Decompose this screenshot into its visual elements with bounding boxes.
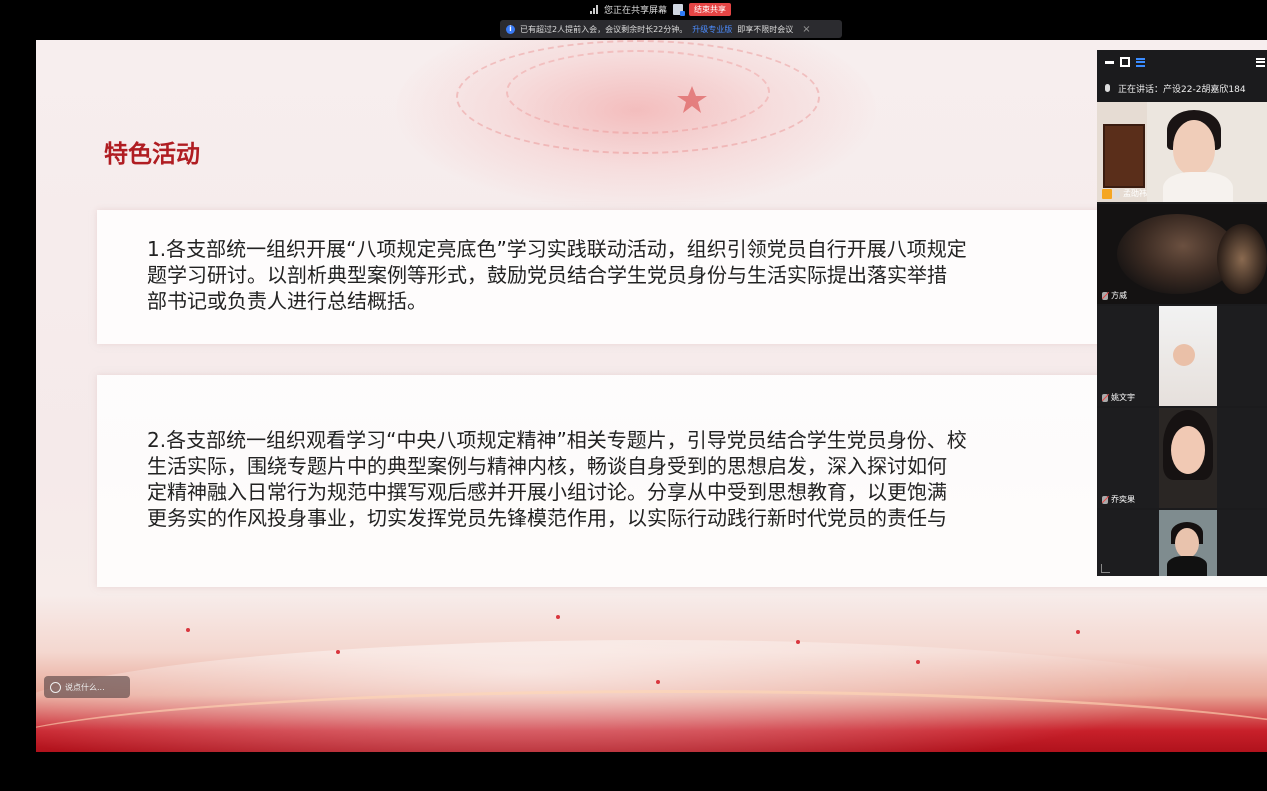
participant-name: 孟劭祎 [1123,189,1147,198]
participant-video [1217,224,1267,294]
participant-name-tag: 方威 [1102,290,1127,301]
meeting-time-notice: i 已有超过2人提前入会，会议剩余时长22分钟。 升级专业版 即享不限时会议 × [500,20,842,38]
slide-decoration-dot [186,628,190,632]
slide-title: 特色活动 [104,139,200,168]
screen-left-margin [0,0,36,791]
participant-name: 乔奕果 [1111,495,1135,504]
slide-decoration-dot [1076,630,1080,634]
emoji-icon[interactable] [50,681,61,693]
upgrade-link[interactable]: 升级专业版 [692,24,732,35]
info-icon: i [506,24,515,34]
active-speaker-label: 正在讲话：产设22-2胡嘉欣184 [1118,84,1246,95]
slide-decoration-dot [796,640,800,644]
participant-tile[interactable]: 乔奕果 [1097,408,1267,508]
participant-name-tag: 姚文宇 [1102,392,1135,403]
participant-tile[interactable] [1097,510,1267,576]
participant-name-tag: 孟劭祎 [1102,188,1147,199]
screen-share-status-bar: 您正在共享屏幕 结束共享 [590,2,732,17]
menu-icon[interactable] [1256,57,1265,67]
participant-video [1171,426,1205,474]
participant-video [1175,528,1199,558]
participant-name: 姚文宇 [1111,393,1135,402]
sharing-status-text: 您正在共享屏幕 [604,6,668,16]
slide-decoration-ring-inner [506,50,770,134]
notice-text: 已有超过2人提前入会，会议剩余时长22分钟。 [520,24,688,34]
active-speaker-bar: 正在讲话：产设22-2胡嘉欣184 [1097,74,1267,102]
close-icon[interactable]: × [802,24,810,35]
participant-tile[interactable]: 姚文宇 [1097,306,1267,406]
slide-decoration-dot [916,660,920,664]
muted-mic-icon [1102,291,1108,300]
chat-input-placeholder: 说点什么... [65,682,105,692]
shared-slide: 特色活动 1.各支部统一组织开展“八项规定亮底色”学习实践联动活动，组织引领党员… [36,40,1267,752]
participant-video [1159,306,1217,406]
participant-video [1163,172,1233,202]
notice-text-after: 即享不限时会议 [737,24,794,34]
participant-name: 方威 [1111,291,1127,300]
content-card-1: 1.各支部统一组织开展“八项规定亮底色”学习实践联动活动，组织引领党员自行开展八… [97,210,1267,344]
slide-decoration-dot [656,680,660,684]
participant-video [1173,120,1215,175]
microphone-icon [1115,189,1120,198]
video-background [1103,124,1145,188]
participant-name-tag: 乔奕果 [1102,494,1135,505]
host-icon [1102,188,1112,199]
video-panel-toolbar [1097,50,1267,74]
annotate-icon[interactable] [673,4,686,16]
maximize-icon[interactable] [1120,57,1130,67]
minimize-icon[interactable] [1105,60,1114,64]
video-panel: 正在讲话：产设22-2胡嘉欣184 孟劭祎 方威 姚文宇 乔奕果 [1097,50,1267,576]
participant-tile[interactable]: 孟劭祎 [1097,102,1267,202]
slide-decoration-dot [336,650,340,654]
star-icon [677,86,707,113]
signal-icon [590,5,598,14]
participant-video [1167,556,1207,576]
stop-share-button[interactable]: 结束共享 [689,3,732,16]
resize-icon[interactable] [1101,564,1110,573]
microphone-icon [1105,84,1110,92]
list-view-icon[interactable] [1136,57,1145,67]
content-card-2: 2.各支部统一组织观看学习“中央八项规定精神”相关专题片，引导党员结合学生党员身… [97,375,1267,587]
muted-mic-icon [1102,393,1108,402]
muted-mic-icon [1102,495,1108,504]
slide-decoration-dot [556,615,560,619]
screen-bottom-margin [0,752,1267,791]
chat-input[interactable]: 说点什么... [44,676,130,698]
participant-tile[interactable]: 方威 [1097,204,1267,304]
